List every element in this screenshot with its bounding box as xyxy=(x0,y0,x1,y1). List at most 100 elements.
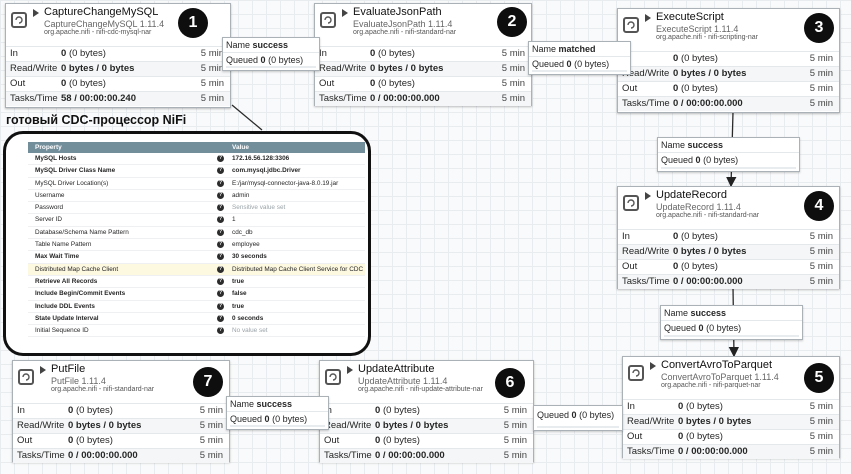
running-status-icon xyxy=(347,366,353,374)
processor-updaterecord[interactable]: UpdateRecord UpdateRecord 1.11.4 org.apa… xyxy=(617,186,840,289)
property-value[interactable]: No value set xyxy=(232,325,268,336)
property-key: Initial Sequence ID xyxy=(35,327,89,335)
property-value[interactable]: Sensitive value set xyxy=(232,202,285,213)
property-key: Include DDL Events xyxy=(35,302,95,310)
property-row[interactable]: Server ID? 1 xyxy=(28,214,365,227)
stat-row-tasks: Tasks/Time 0 / 00:00:00.000 5 min xyxy=(315,91,531,106)
property-value[interactable]: employee xyxy=(232,239,260,250)
processor-icon xyxy=(18,369,34,385)
stat-row-out: Out 0 (0 bytes) 5 min xyxy=(6,76,230,91)
property-value[interactable]: 1 xyxy=(232,214,236,225)
connection-queue-3-4[interactable]: Name success Queued 0 (0 bytes) xyxy=(657,137,800,172)
processor-name: UpdateAttribute xyxy=(358,363,435,375)
stat-row-readwrite: Read/Write 0 bytes / 0 bytes 5 min xyxy=(623,414,839,429)
step-number-badge: 7 xyxy=(193,367,223,397)
property-row[interactable]: Distributed Map Cache Client? Distributed… xyxy=(28,263,365,276)
processor-name: EvaluateJsonPath xyxy=(353,6,442,18)
property-value[interactable]: true xyxy=(232,276,244,287)
property-row[interactable]: Retrieve All Records? true xyxy=(28,276,365,289)
property-value[interactable]: false xyxy=(232,288,247,299)
stat-row-tasks: Tasks/Time 0 / 00:00:00.000 5 min xyxy=(320,448,533,463)
stat-row-readwrite: Read/Write 0 bytes / 0 bytes 5 min xyxy=(320,418,533,433)
help-icon[interactable]: ? xyxy=(217,179,224,187)
property-key: Server ID xyxy=(35,216,62,224)
property-row[interactable]: MySQL Driver Class Name? com.mysql.jdbc.D… xyxy=(28,165,365,178)
connection-queue-4-5[interactable]: Name success Queued 0 (0 bytes) xyxy=(660,305,803,340)
stat-row-readwrite: Read/Write 0 bytes / 0 bytes 5 min xyxy=(13,418,229,433)
connection-queue-6-7[interactable]: Name success Queued 0 (0 bytes) xyxy=(226,396,329,430)
property-key: MySQL Driver Location(s) xyxy=(35,179,109,187)
connection-queue-2-3[interactable]: Name matched Queued 0 (0 bytes) xyxy=(528,41,631,75)
help-icon[interactable]: ? xyxy=(217,290,224,298)
processor-evaluatejsonpath[interactable]: EvaluateJsonPath EvaluateJsonPath 1.11.4… xyxy=(314,3,532,106)
property-value[interactable]: 30 seconds xyxy=(232,251,267,262)
help-icon[interactable]: ? xyxy=(217,265,224,273)
property-value[interactable]: com.mysql.jdbc.Driver xyxy=(232,165,301,176)
processor-bundle: org.apache.nifi - nifi-scripting-nar xyxy=(656,34,758,41)
property-row[interactable]: Database/Schema Name Pattern? cdc_db xyxy=(28,227,365,240)
property-value[interactable]: cdc_db xyxy=(232,227,253,238)
connection-queue-5-6[interactable]: Queued 0 (0 bytes) xyxy=(533,405,623,431)
stat-row-out: Out 0 (0 bytes) 5 min xyxy=(320,433,533,448)
property-row[interactable]: Initial Sequence ID? No value set xyxy=(28,325,365,338)
property-row[interactable]: Include Begin/Commit Events? false xyxy=(28,288,365,301)
processor-executescript[interactable]: ExecuteScript ExecuteScript 1.11.4 org.a… xyxy=(617,8,840,113)
processor-bundle: org.apache.nifi - nifi-standard-nar xyxy=(51,386,155,393)
stat-row-in: In0 (0 bytes)5 min xyxy=(618,229,839,244)
step-number-badge: 6 xyxy=(495,368,525,398)
help-icon[interactable]: ? xyxy=(217,216,224,224)
property-value[interactable]: admin xyxy=(232,190,249,201)
processor-type: UpdateAttribute 1.11.4 xyxy=(358,376,448,386)
processor-capturechangemysql[interactable]: CaptureChangeMySQL CaptureChangeMySQL 1.… xyxy=(5,3,231,108)
running-status-icon xyxy=(33,9,39,17)
property-row[interactable]: Table Name Pattern? employee xyxy=(28,239,365,252)
property-key: Distributed Map Cache Client xyxy=(35,265,119,273)
help-icon[interactable]: ? xyxy=(217,191,224,199)
property-row[interactable]: State Update Interval? 0 seconds xyxy=(28,313,365,326)
help-icon[interactable]: ? xyxy=(217,253,224,261)
connection-queue-1-2[interactable]: Name success Queued 0 (0 bytes) xyxy=(222,37,320,71)
help-icon[interactable]: ? xyxy=(217,327,224,335)
property-key: Database/Schema Name Pattern xyxy=(35,228,129,236)
running-status-icon xyxy=(645,192,651,200)
property-row[interactable]: Username? admin xyxy=(28,190,365,203)
help-icon[interactable]: ? xyxy=(217,241,224,249)
property-row[interactable]: MySQL Hosts? 172.16.56.128:3306 xyxy=(28,153,365,166)
help-icon[interactable]: ? xyxy=(217,155,224,162)
property-value[interactable]: 172.16.56.128:3306 xyxy=(232,153,289,164)
stat-row-tasks: Tasks/Time 0 / 00:00:00.000 5 min xyxy=(618,274,839,289)
stat-row-readwrite: Read/Write 0 bytes / 0 bytes 5 min xyxy=(618,66,839,81)
property-value[interactable]: true xyxy=(232,301,244,312)
help-icon[interactable]: ? xyxy=(217,302,224,310)
processor-type: CaptureChangeMySQL 1.11.4 xyxy=(44,19,165,29)
property-value[interactable]: 0 seconds xyxy=(232,313,263,324)
property-row[interactable]: Max Wait Time? 30 seconds xyxy=(28,251,365,264)
processor-updateattribute[interactable]: UpdateAttribute UpdateAttribute 1.11.4 o… xyxy=(319,360,534,463)
processor-type: ExecuteScript 1.11.4 xyxy=(656,24,739,34)
processor-header: CaptureChangeMySQL CaptureChangeMySQL 1.… xyxy=(6,4,230,46)
running-status-icon xyxy=(650,362,656,370)
stat-row-tasks: Tasks/Time 0 / 00:00:00.000 5 min xyxy=(618,96,839,111)
property-key: Table Name Pattern xyxy=(35,241,92,249)
help-icon[interactable]: ? xyxy=(217,314,224,322)
property-key: Include Begin/Commit Events xyxy=(35,290,126,298)
stat-row-in: In0 (0 bytes)5 min xyxy=(320,403,533,418)
processor-convertavrotoparquet[interactable]: ConvertAvroToParquet ConvertAvroToParque… xyxy=(622,356,840,459)
processor-type: ConvertAvroToParquet 1.11.4 xyxy=(661,372,779,382)
stat-row-tasks: Tasks/Time 58 / 00:00:00.240 5 min xyxy=(6,91,230,106)
step-number-badge: 5 xyxy=(804,363,834,393)
property-row[interactable]: Include DDL Events? true xyxy=(28,301,365,313)
property-row[interactable]: MySQL Driver Location(s)? E:/jar/mysql-co… xyxy=(28,178,365,190)
help-icon[interactable]: ? xyxy=(217,277,224,285)
help-icon[interactable]: ? xyxy=(217,167,224,175)
property-value[interactable]: Distributed Map Cache Client Service for… xyxy=(232,264,363,275)
processor-name: ConvertAvroToParquet xyxy=(661,359,773,371)
help-icon[interactable]: ? xyxy=(217,204,224,212)
help-icon[interactable]: ? xyxy=(217,228,224,236)
processor-putfile[interactable]: PutFile PutFile 1.11.4 org.apache.nifi -… xyxy=(12,360,230,463)
caption-pointer xyxy=(231,104,263,131)
stat-row-out: Out 0 (0 bytes) 5 min xyxy=(618,259,839,274)
properties-header: Property Value xyxy=(28,142,365,153)
property-row[interactable]: Password? Sensitive value set xyxy=(28,202,365,215)
property-value[interactable]: E:/jar/mysql-connector-java-8.0.19.jar xyxy=(232,178,338,189)
